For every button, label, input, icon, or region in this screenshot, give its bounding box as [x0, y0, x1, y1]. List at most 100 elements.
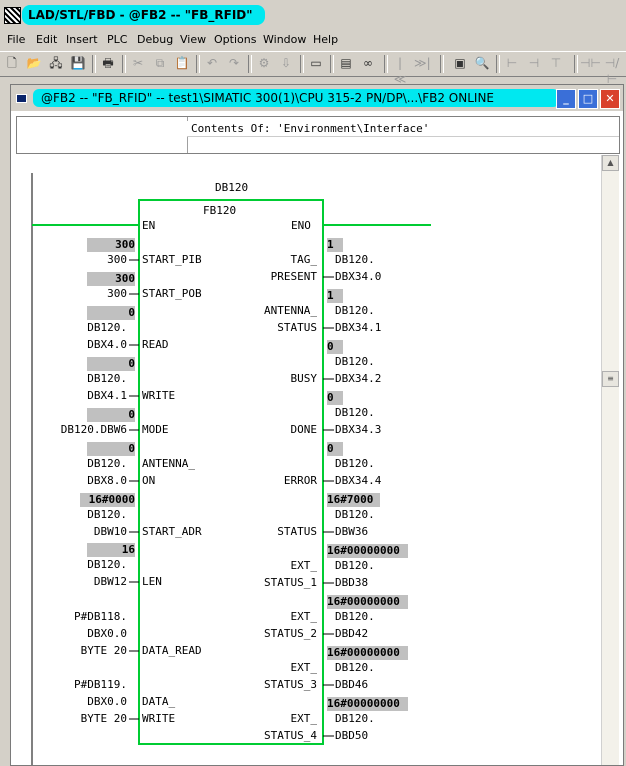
input-status-value: 300 [87, 238, 135, 252]
output-operand: DB120. [335, 559, 375, 572]
output-pin-label: DONE [290, 423, 318, 436]
compile-icon[interactable]: ⚙ [256, 55, 272, 71]
input-pin-label: LEN [142, 575, 162, 588]
scroll-thumb[interactable]: ≡ [602, 371, 619, 387]
redo-icon[interactable]: ↷ [226, 55, 242, 71]
output-operand: DB120. [335, 457, 375, 470]
output-pin-label: EXT_ [290, 610, 318, 623]
open-branch-icon[interactable]: ⊣ [526, 55, 542, 71]
input-operand: P#DB119. [74, 678, 127, 691]
vertical-scrollbar[interactable]: ▲ ≡ [601, 155, 619, 765]
output-operand: DBX34.2 [335, 372, 382, 385]
input-pin-label: START_PIB [142, 253, 202, 266]
menu-help[interactable]: Help [313, 33, 338, 46]
input-pin-label: START_ADR [142, 525, 202, 538]
output-status-value: 0 [327, 391, 343, 405]
comment-icon[interactable]: ▭ [308, 55, 324, 71]
close-button[interactable]: ✕ [600, 89, 620, 109]
input-pin-label: DATA_READ [142, 644, 202, 657]
output-pin-label: TAG_ [290, 253, 318, 266]
input-status-value: 16#0000 [80, 493, 135, 507]
input-status-value: 300 [87, 272, 135, 286]
prev-network-icon[interactable]: |≪ [392, 55, 408, 86]
output-operand: DB120. [335, 253, 375, 266]
input-pin-label: DATA_ [142, 695, 176, 708]
output-pin-label: STATUS [277, 321, 317, 334]
output-status-value: 16#7000 [327, 493, 380, 507]
maximize-button[interactable]: □ [578, 89, 598, 109]
input-operand: 300 [107, 287, 127, 300]
cut-icon[interactable]: ✂ [130, 55, 146, 71]
scroll-up-icon[interactable]: ▲ [602, 155, 619, 171]
input-operand: DBX4.0 [87, 338, 127, 351]
menu-plc[interactable]: PLC [107, 33, 127, 46]
input-operand: DB120.DBW6 [60, 423, 127, 436]
input-operand: DBX8.0 [87, 474, 127, 487]
close-branch-icon[interactable]: ⊤ [548, 55, 564, 71]
output-pin-label: EXT_ [290, 559, 318, 572]
undo-icon[interactable]: ↶ [204, 55, 220, 71]
input-status-value: 0 [87, 442, 135, 456]
output-pin-label: ERROR [283, 474, 317, 487]
contact-nc-icon[interactable]: ⊣/⊢ [604, 55, 620, 86]
display-icon[interactable]: ▤ [338, 55, 354, 71]
eno-label: ENO [291, 219, 311, 232]
ladder-network[interactable]: DB120 FB120 EN ENO START_PIB 300 300 START_POB 3… [16, 155, 600, 765]
save-icon[interactable]: 💾 [70, 55, 86, 71]
output-pin-label: EXT_ [290, 712, 318, 725]
menu-window[interactable]: Window [263, 33, 306, 46]
paste-icon[interactable]: 📋 [174, 55, 190, 71]
editor-title-bar: @FB2 -- "FB_RFID" -- test1\SIMATIC 300(1… [11, 85, 623, 111]
output-operand: DBX34.3 [335, 423, 382, 436]
output-operand: DB120. [335, 712, 375, 725]
menu-edit[interactable]: Edit [36, 33, 57, 46]
output-operand: DBX34.0 [335, 270, 382, 283]
output-status-value: 0 [327, 442, 343, 456]
output-pin-label: STATUS [277, 525, 317, 538]
menu-options[interactable]: Options [214, 33, 256, 46]
menu-debug[interactable]: Debug [137, 33, 173, 46]
next-network-icon[interactable]: ≫| [414, 55, 431, 71]
new-file-icon[interactable]: 🗋 [4, 55, 20, 71]
branch-icon[interactable]: ⊢ [504, 55, 520, 71]
menu-bar: File Edit Insert PLC Debug View Options Window H… [0, 32, 626, 50]
overview-icon[interactable]: ▣ [452, 55, 468, 71]
menu-file[interactable]: File [7, 33, 25, 46]
output-operand: DB120. [335, 508, 375, 521]
input-operand: DB120. [87, 321, 127, 334]
input-operand: DBX0.0 [87, 627, 127, 640]
en-label: EN [142, 219, 156, 232]
editor-title: @FB2 -- "FB_RFID" -- test1\SIMATIC 300(1… [33, 89, 559, 107]
minimize-button[interactable]: _ [556, 89, 576, 109]
output-operand: DB120. [335, 661, 375, 674]
app-icon [4, 7, 21, 24]
input-pin-label: START_POB [142, 287, 202, 300]
output-operand: DBD50 [335, 729, 369, 742]
output-pin-label: STATUS_3 [264, 678, 317, 691]
menu-view[interactable]: View [180, 33, 206, 46]
instance-db-label: DB120 [215, 181, 249, 194]
app-title: LAD/STL/FBD - @FB2 -- "FB_RFID" [22, 5, 265, 25]
output-pin-label: PRESENT [270, 270, 317, 283]
input-operand: DB120. [87, 508, 127, 521]
output-pin-label: EXT_ [290, 661, 318, 674]
open-folder-icon[interactable]: 📂 [26, 55, 42, 71]
block-editor-window: @FB2 -- "FB_RFID" -- test1\SIMATIC 300(1… [10, 84, 624, 766]
input-operand: 300 [107, 253, 127, 266]
window-icon [16, 94, 27, 103]
download-icon[interactable]: ⇩ [278, 55, 294, 71]
copy-icon[interactable]: ⧉ [152, 55, 168, 71]
app-title-bar: LAD/STL/FBD - @FB2 -- "FB_RFID" [0, 0, 626, 32]
output-operand: DBX34.1 [335, 321, 382, 334]
print-icon[interactable]: 🖶 [100, 55, 116, 71]
menu-insert[interactable]: Insert [66, 33, 98, 46]
output-operand: DB120. [335, 406, 375, 419]
monitor-icon[interactable]: ∞ [360, 55, 376, 71]
input-operand: DB120. [87, 372, 127, 385]
details-icon[interactable]: 🔍 [474, 55, 490, 71]
output-pin-label: ANTENNA_ [264, 304, 317, 317]
network-icon[interactable]: 🖧 [48, 55, 64, 71]
output-operand: DB120. [335, 610, 375, 623]
contact-no-icon[interactable]: ⊣⊢ [580, 55, 601, 71]
input-operand: DBX0.0 [87, 695, 127, 708]
